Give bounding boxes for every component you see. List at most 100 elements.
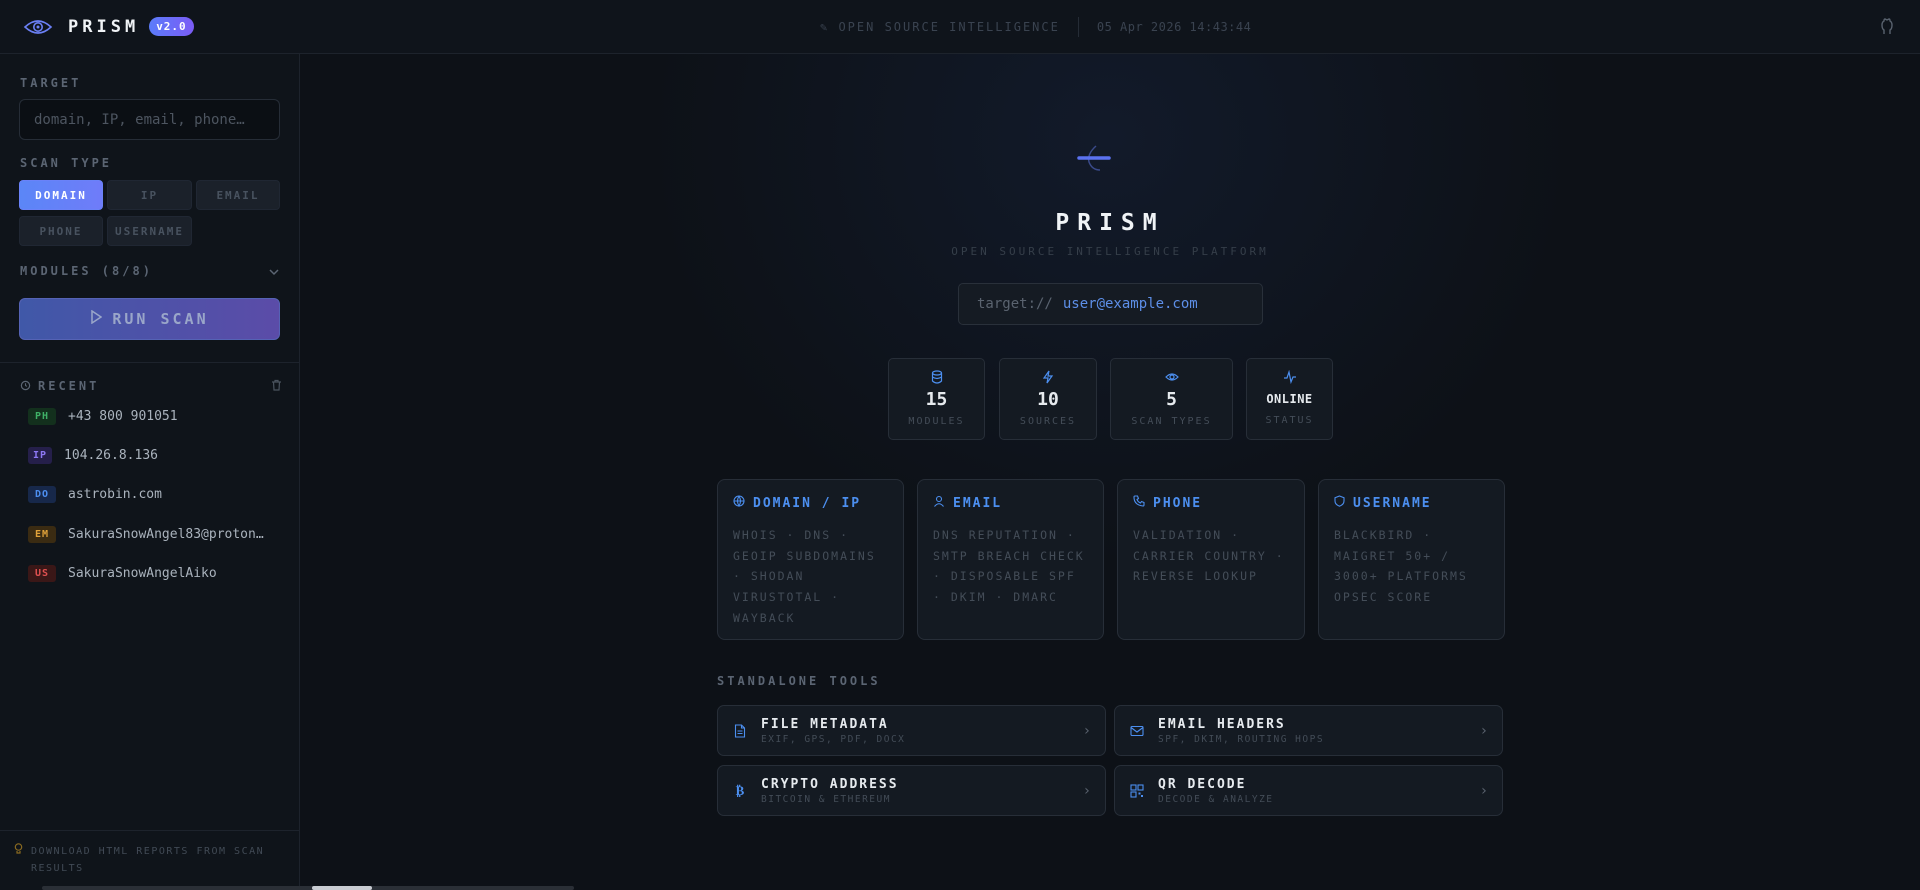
database-icon (931, 369, 943, 384)
tool-subtitle: BITCOIN & ETHEREUM (761, 793, 891, 805)
target-example: target:// user@example.com (958, 283, 1263, 325)
recent-value: +43 800 901051 (68, 409, 178, 424)
recent-value: astrobin.com (68, 487, 162, 502)
scan-type-username[interactable]: USERNAME (107, 216, 192, 246)
scan-type-label: SCAN TYPE (20, 156, 113, 170)
hero-title: PRISM (1055, 210, 1165, 236)
type-tag-phone: PH (28, 408, 56, 425)
stat-modules: 15 MODULES (888, 358, 985, 440)
divider (0, 362, 300, 363)
top-status: ✎ OPEN SOURCE INTELLIGENCE 05 Apr 2026 1… (820, 0, 1251, 54)
tool-title: CRYPTO ADDRESS (761, 776, 899, 792)
stat-label: SOURCES (1019, 416, 1077, 427)
phone-icon (1133, 495, 1145, 511)
clock: 05 Apr 2026 14:43:44 (1096, 20, 1252, 34)
divider (1077, 17, 1079, 37)
target-input[interactable] (19, 99, 280, 140)
tool-email-headers[interactable]: EMAIL HEADERS SPF, DKIM, ROUTING HOPS › (1114, 705, 1503, 756)
trash-icon[interactable] (271, 376, 282, 395)
card-title: USERNAME (1353, 495, 1432, 511)
tool-title: QR DECODE (1158, 776, 1247, 792)
scrollbar-thumb[interactable] (312, 886, 372, 890)
card-body: WHOIS · DNS · GEOIP SUBDOMAINS · SHODAN … (733, 528, 876, 625)
history-icon (20, 376, 31, 395)
recent-item[interactable]: DO astrobin.com (28, 486, 162, 503)
card-body: VALIDATION · CARRIER COUNTRY · REVERSE L… (1133, 528, 1285, 584)
stat-value: 5 (1166, 389, 1177, 410)
run-scan-button[interactable]: RUN SCAN (19, 298, 280, 340)
card-phone[interactable]: PHONE VALIDATION · CARRIER COUNTRY · REV… (1117, 479, 1305, 640)
chevron-down-icon (268, 261, 280, 280)
recent-item[interactable]: IP 104.26.8.136 (28, 447, 158, 464)
recent-value: SakuraSnowAngelAiko (68, 566, 217, 581)
card-title: PHONE (1153, 495, 1203, 511)
recent-item[interactable]: EM SakuraSnowAngel83@proton… (28, 526, 264, 543)
recent-value: SakuraSnowAngel83@proton… (68, 527, 264, 542)
card-title: EMAIL (953, 495, 1003, 511)
tip: DOWNLOAD HTML REPORTS FROM SCAN RESULTS (0, 830, 300, 877)
file-icon (732, 723, 748, 739)
tool-subtitle: SPF, DKIM, ROUTING HOPS (1158, 733, 1325, 745)
type-tag-username: US (28, 565, 56, 582)
tagline: ✎ OPEN SOURCE INTELLIGENCE (820, 20, 1060, 34)
bolt-icon (1042, 369, 1054, 384)
brand[interactable]: PRISM v2.0 (22, 16, 194, 38)
globe-icon (733, 495, 745, 511)
type-tag-ip: IP (28, 447, 53, 464)
scan-type-domain[interactable]: DOMAIN (19, 180, 103, 210)
recent-label: RECENT (38, 378, 100, 393)
scan-type-email[interactable]: EMAIL (196, 180, 280, 210)
card-domain-ip[interactable]: DOMAIN / IP WHOIS · DNS · GEOIP SUBDOMAI… (717, 479, 904, 640)
stat-value: ONLINE (1266, 392, 1313, 406)
brand-name: PRISM (68, 16, 140, 37)
tip-text: DOWNLOAD HTML REPORTS FROM SCAN RESULTS (31, 846, 265, 874)
lightbulb-icon (14, 843, 23, 877)
modules-label: MODULES (8/8) (20, 263, 153, 278)
tool-title: FILE METADATA (761, 716, 889, 732)
shield-icon (1334, 495, 1345, 511)
card-body: BLACKBIRD · MAIGRET 50+ / 3000+ PLATFORM… (1334, 528, 1468, 605)
stat-sources: 10 SOURCES (999, 358, 1097, 440)
card-title: DOMAIN / IP (753, 495, 862, 511)
type-tag-email: EM (28, 526, 56, 543)
tool-subtitle: DECODE & ANALYZE (1158, 793, 1274, 805)
tool-title: EMAIL HEADERS (1158, 716, 1286, 732)
card-body: DNS REPUTATION · SMTP BREACH CHECK · DIS… (933, 528, 1085, 605)
modules-toggle[interactable]: MODULES (8/8) (20, 261, 280, 280)
tool-file-metadata[interactable]: FILE METADATA EXIF, GPS, PDF, DOCX › (717, 705, 1106, 756)
chevron-right-icon: › (1082, 722, 1091, 739)
chevron-right-icon: › (1479, 782, 1488, 799)
bitcoin-icon: ₿ (735, 783, 745, 799)
stat-label: SCAN TYPES (1131, 416, 1212, 427)
scan-type-phone[interactable]: PHONE (19, 216, 103, 246)
qr-code-icon (1129, 783, 1145, 799)
run-scan-label: RUN SCAN (112, 310, 209, 328)
version-badge: v2.0 (149, 17, 194, 36)
horizontal-scrollbar[interactable] (42, 886, 574, 890)
activity-icon (1283, 369, 1297, 385)
stat-scan-types: 5 SCAN TYPES (1110, 358, 1233, 440)
tool-qr-decode[interactable]: QR DECODE DECODE & ANALYZE › (1114, 765, 1503, 816)
eye-icon (1164, 369, 1179, 383)
tool-crypto-address[interactable]: ₿ CRYPTO ADDRESS BITCOIN & ETHEREUM › (717, 765, 1106, 816)
stat-label: STATUS (1265, 415, 1314, 426)
github-icon[interactable] (1876, 16, 1898, 38)
card-email[interactable]: EMAIL DNS REPUTATION · SMTP BREACH CHECK… (917, 479, 1104, 640)
chevron-right-icon: › (1082, 782, 1091, 799)
recent-header: RECENT (20, 376, 282, 395)
loading-spinner (1075, 138, 1139, 178)
tool-subtitle: EXIF, GPS, PDF, DOCX (761, 733, 906, 745)
recent-item[interactable]: PH +43 800 901051 (28, 408, 178, 425)
sidebar: TARGET SCAN TYPE DOMAIN IP EMAIL PHONE U… (0, 54, 300, 890)
target-label: TARGET (20, 76, 82, 90)
scan-type-ip[interactable]: IP (107, 180, 192, 210)
hero-subtitle: OPEN SOURCE INTELLIGENCE PLATFORM (951, 245, 1269, 258)
card-username[interactable]: USERNAME BLACKBIRD · MAIGRET 50+ / 3000+… (1318, 479, 1505, 640)
target-prefix: target:// (977, 296, 1053, 312)
stat-value: 10 (1037, 389, 1059, 410)
recent-item[interactable]: US SakuraSnowAngelAiko (28, 565, 217, 582)
stat-status: ONLINE STATUS (1246, 358, 1333, 440)
eye-icon (22, 16, 54, 38)
stat-label: MODULES (908, 416, 965, 427)
top-bar: PRISM v2.0 ✎ OPEN SOURCE INTELLIGENCE 05… (0, 0, 1920, 54)
